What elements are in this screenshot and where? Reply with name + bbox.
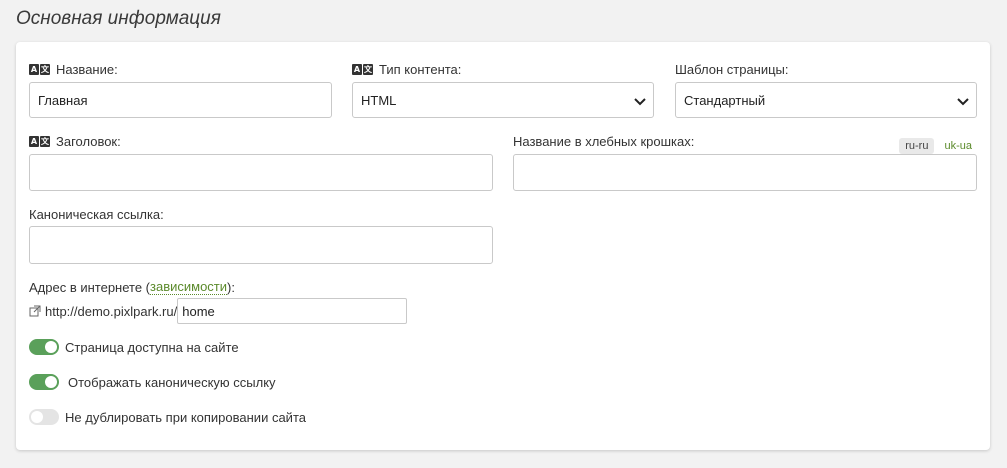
translate-icon: A文 (29, 136, 50, 147)
template-select[interactable]: Стандартный (675, 82, 977, 118)
chevron-down-icon (957, 98, 969, 106)
toggle-row-no-duplicate: Не дублировать при копировании сайта (29, 409, 306, 425)
translate-icon: A文 (29, 64, 50, 75)
available-toggle[interactable] (29, 339, 59, 355)
toggle-row-available: Страница доступна на сайте (29, 339, 239, 355)
content-type-value: HTML (361, 92, 397, 108)
breadcrumb-name-label: Название в хлебных крошках: (513, 134, 695, 149)
translate-icon: A文 (352, 64, 373, 75)
no-duplicate-toggle-label: Не дублировать при копировании сайта (65, 409, 306, 425)
canonical-label: Каноническая ссылка: (29, 207, 164, 222)
heading-label: A文 Заголовок: (29, 134, 121, 149)
lang-tab-ru[interactable]: ru-ru (899, 138, 935, 154)
show-canonical-toggle-label: Отображать каноническую ссылку (68, 374, 276, 390)
available-toggle-label: Страница доступна на сайте (65, 339, 239, 355)
language-tabs: ru-ru uk-ua (899, 138, 978, 154)
content-type-label: A文 Тип контента: (352, 62, 462, 77)
lang-tab-uk[interactable]: uk-ua (938, 138, 978, 154)
template-value: Стандартный (684, 92, 766, 108)
toggle-row-canonical: Отображать каноническую ссылку (29, 374, 276, 390)
heading-input[interactable] (29, 154, 493, 191)
breadcrumb-name-input[interactable] (513, 154, 977, 191)
address-label: Адрес в интернете (зависимости): (29, 279, 235, 295)
url-prefix: http://demo.pixlpark.ru/ (45, 303, 178, 319)
canonical-input[interactable] (29, 226, 493, 264)
dependencies-link[interactable]: зависимости (150, 279, 228, 295)
no-duplicate-toggle[interactable] (29, 409, 59, 425)
template-label: Шаблон страницы: (675, 62, 789, 77)
content-type-select[interactable]: HTML (352, 82, 654, 118)
main-info-card: A文 Название: Главная A文 Тип контента: HT… (16, 42, 990, 450)
external-link-icon[interactable] (29, 305, 41, 317)
name-input[interactable]: Главная (29, 82, 332, 118)
url-row: http://demo.pixlpark.ru/ home (29, 298, 408, 324)
chevron-down-icon (634, 98, 646, 106)
name-label: A文 Название: (29, 62, 118, 77)
show-canonical-toggle[interactable] (29, 374, 59, 390)
slug-input[interactable]: home (177, 298, 408, 324)
section-title: Основная информация (16, 8, 221, 29)
